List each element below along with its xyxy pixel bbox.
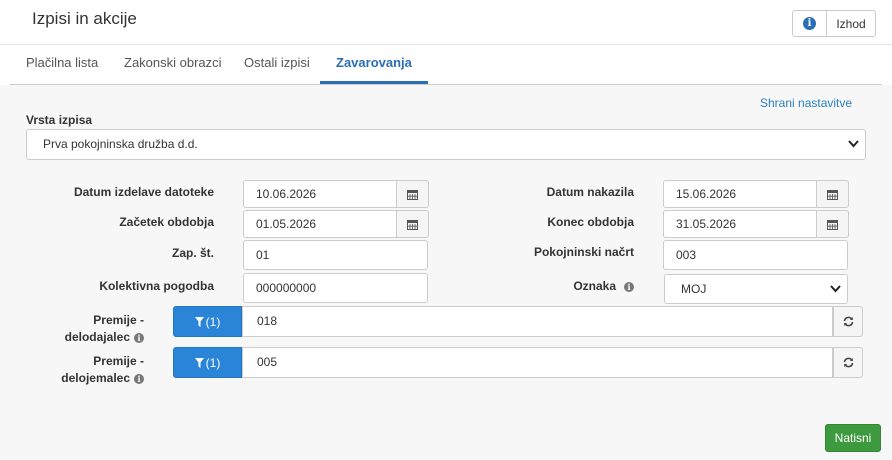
pension-plan-label: Pokojninski načrt — [533, 245, 634, 259]
calendar-icon — [407, 189, 418, 200]
premium-employee-filter-button[interactable]: (1) — [173, 347, 242, 378]
info-icon: i — [134, 374, 144, 384]
collective-agreement-input[interactable]: 000000000 — [243, 273, 428, 303]
info-button[interactable]: i — [792, 10, 827, 37]
payment-date-label: Datum nakazila — [546, 185, 634, 199]
refresh-icon — [843, 316, 853, 327]
premium-employer-label-line1: Premije - — [93, 313, 144, 327]
chevron-down-icon — [830, 275, 841, 293]
tag-label: Oznaka — [573, 279, 616, 293]
report-type-label: Vrsta izpisa — [26, 113, 93, 127]
info-icon: i — [624, 282, 634, 292]
file-date-calendar-button[interactable] — [396, 180, 429, 208]
tag-label-wrap: Oznaka i — [460, 279, 634, 293]
tab-zavarovanja[interactable]: Zavarovanja — [320, 46, 428, 84]
page-title: Izpisi in akcije — [32, 9, 137, 28]
collective-agreement-label: Kolektivna pogodba — [99, 279, 214, 293]
premium-employee-refresh-button[interactable] — [833, 347, 863, 378]
tag-select[interactable]: MOJ — [664, 274, 848, 304]
file-date-label: Datum izdelave datoteke — [73, 185, 214, 199]
tab-ostali-izpisi[interactable]: Ostali izpisi — [228, 46, 326, 84]
payment-date-input[interactable]: 15.06.2026 — [663, 180, 817, 208]
calendar-icon — [827, 219, 838, 230]
premium-employer-input[interactable]: 018 — [242, 306, 833, 337]
save-settings-link[interactable]: Shrani nastavitve — [760, 96, 852, 110]
premium-employee-input[interactable]: 005 — [242, 347, 833, 378]
info-icon: i — [134, 333, 144, 343]
refresh-icon — [843, 357, 853, 368]
period-end-input[interactable]: 31.05.2026 — [663, 210, 817, 238]
report-type-select[interactable]: Prva pokojninska družba d.d. — [26, 129, 866, 160]
period-start-calendar-button[interactable] — [396, 210, 429, 238]
file-date-input[interactable]: 10.06.2026 — [243, 180, 397, 208]
filter-icon — [194, 357, 204, 368]
premium-employer-filter-button[interactable]: (1) — [173, 306, 242, 337]
tab-zakonski-obrazci[interactable]: Zakonski obrazci — [108, 46, 238, 84]
calendar-icon — [407, 219, 418, 230]
premium-employee-label-line2: delojemalec — [61, 371, 130, 385]
calendar-icon — [827, 189, 838, 200]
premium-employee-filter-count: (1) — [205, 355, 221, 370]
premium-employer-filter-count: (1) — [205, 314, 221, 329]
period-end-calendar-button[interactable] — [816, 210, 849, 238]
payment-date-calendar-button[interactable] — [816, 180, 849, 208]
seq-no-input[interactable]: 01 — [243, 240, 428, 270]
app-header: Izpisi in akcije i Izhod — [0, 0, 892, 45]
filter-icon — [194, 316, 204, 327]
pension-plan-input[interactable]: 003 — [663, 240, 848, 270]
info-icon: i — [803, 17, 816, 30]
premium-employee-label-line1: Premije - — [93, 354, 144, 368]
period-start-label: Začetek obdobja — [119, 215, 214, 229]
exit-button[interactable]: Izhod — [826, 10, 876, 37]
print-button[interactable]: Natisni — [825, 424, 881, 452]
premium-employer-refresh-button[interactable] — [833, 306, 863, 337]
period-end-label: Konec obdobja — [547, 215, 634, 229]
seq-no-label: Zap. št. — [171, 246, 214, 260]
report-type-value: Prva pokojninska družba d.d. — [43, 137, 198, 151]
tag-value: MOJ — [681, 282, 707, 296]
chevron-down-icon — [848, 130, 859, 148]
premium-employee-label: Premije - delojemalec i — [40, 353, 144, 387]
tab-placilna-lista[interactable]: Plačilna lista — [10, 46, 114, 84]
premium-employer-label-line2: delodajalec — [64, 330, 130, 344]
premium-employer-label: Premije - delodajalec i — [40, 312, 144, 346]
period-start-input[interactable]: 01.05.2026 — [243, 210, 397, 238]
tab-bar: Plačilna lista Zakonski obrazci Ostali i… — [10, 46, 882, 85]
